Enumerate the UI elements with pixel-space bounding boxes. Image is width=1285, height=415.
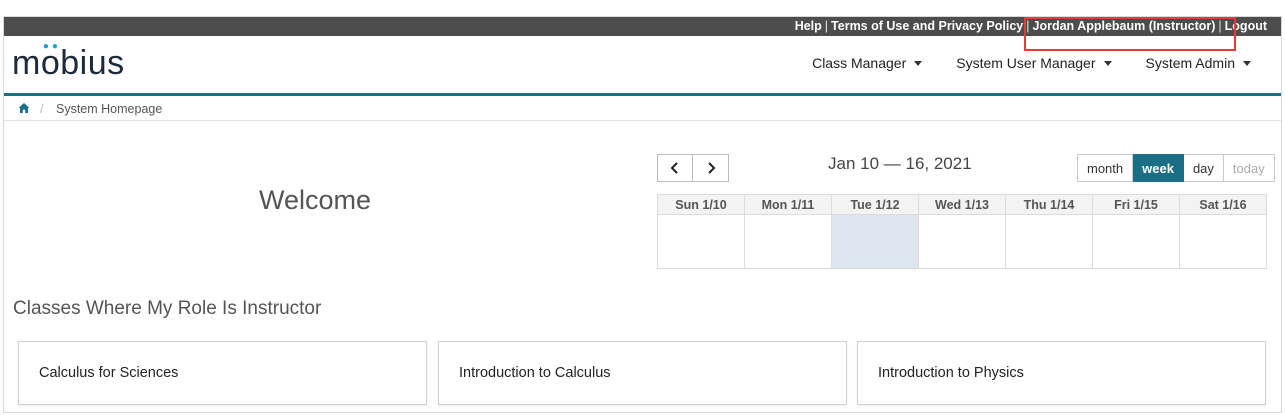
main-nav: Class Manager System User Manager System… [812, 55, 1251, 71]
nav-label: Class Manager [812, 55, 907, 71]
calendar-day-column[interactable]: Thu 1/14 [1005, 195, 1092, 268]
caret-down-icon [914, 60, 923, 66]
view-day-button[interactable]: day [1183, 154, 1224, 182]
instructor-classes-heading: Classes Where My Role Is Instructor [13, 298, 322, 319]
logo-dots-icon: ●● [42, 41, 61, 52]
terms-link[interactable]: Terms of Use and Privacy Policy [831, 19, 1023, 33]
nav-system-user-manager[interactable]: System User Manager [956, 55, 1112, 71]
day-cell[interactable] [1006, 215, 1092, 268]
day-cell[interactable] [658, 215, 744, 268]
class-name: Introduction to Calculus [459, 365, 611, 381]
calendar-day-column[interactable]: Mon 1/11 [744, 195, 831, 268]
day-header: Sun 1/10 [658, 195, 744, 215]
mobius-logo[interactable]: m ●● obius [12, 41, 125, 83]
logo-letter: m [12, 44, 41, 82]
view-today-button[interactable]: today [1223, 154, 1275, 182]
class-card[interactable]: Calculus for Sciences [18, 341, 427, 405]
day-cell[interactable] [919, 215, 1005, 268]
calendar-next-button[interactable] [693, 154, 729, 182]
calendar-day-column[interactable]: Sun 1/10 [658, 195, 744, 268]
view-week-button[interactable]: week [1133, 154, 1184, 182]
logo-letters: bius [60, 44, 125, 82]
calendar-day-column[interactable]: Sat 1/16 [1179, 195, 1266, 268]
chevron-right-icon [707, 162, 715, 174]
breadcrumb-separator: / [40, 102, 44, 116]
calendar-nav-buttons [657, 154, 729, 182]
breadcrumb-current-page: System Homepage [56, 102, 163, 116]
day-cell[interactable] [1180, 215, 1266, 268]
separator: | [824, 19, 829, 33]
day-header: Tue 1/12 [832, 195, 918, 215]
view-month-button[interactable]: month [1077, 154, 1134, 182]
calendar-week-grid: Sun 1/10 Mon 1/11 Tue 1/12 Wed 1/13 Thu … [657, 194, 1267, 269]
day-cell[interactable] [1093, 215, 1179, 268]
day-cell[interactable] [745, 215, 831, 268]
logo-o: ●● o [41, 41, 61, 83]
class-card[interactable]: Introduction to Physics [857, 341, 1266, 405]
annotation-highlight-box [1024, 17, 1236, 51]
caret-down-icon [1103, 60, 1112, 66]
help-link[interactable]: Help [795, 19, 822, 33]
day-cell[interactable] [832, 215, 918, 268]
nav-class-manager[interactable]: Class Manager [812, 55, 923, 71]
breadcrumb: / System Homepage [4, 99, 1281, 121]
welcome-heading: Welcome [259, 185, 372, 215]
calendar-view-switcher: month week day today [1077, 154, 1275, 182]
home-icon[interactable] [18, 102, 30, 114]
app-window: Help | Terms of Use and Privacy Policy | Jor… [3, 16, 1282, 413]
day-header: Thu 1/14 [1006, 195, 1092, 215]
nav-label: System User Manager [956, 55, 1096, 71]
calendar-prev-button[interactable] [657, 154, 693, 182]
calendar-day-column[interactable]: Wed 1/13 [918, 195, 1005, 268]
nav-label: System Admin [1145, 55, 1235, 71]
calendar-day-column[interactable]: Fri 1/15 [1092, 195, 1179, 268]
day-header: Sat 1/16 [1180, 195, 1266, 215]
class-name: Calculus for Sciences [39, 365, 179, 381]
day-header: Mon 1/11 [745, 195, 831, 215]
calendar-day-column-today[interactable]: Tue 1/12 [831, 195, 918, 268]
class-card[interactable]: Introduction to Calculus [438, 341, 847, 405]
day-header: Fri 1/15 [1093, 195, 1179, 215]
day-header: Wed 1/13 [919, 195, 1005, 215]
calendar-date-range: Jan 10 — 16, 2021 [828, 154, 972, 173]
nav-system-admin[interactable]: System Admin [1146, 55, 1251, 71]
chevron-left-icon [670, 162, 678, 174]
class-name: Introduction to Physics [878, 365, 1024, 381]
caret-down-icon [1243, 60, 1251, 66]
